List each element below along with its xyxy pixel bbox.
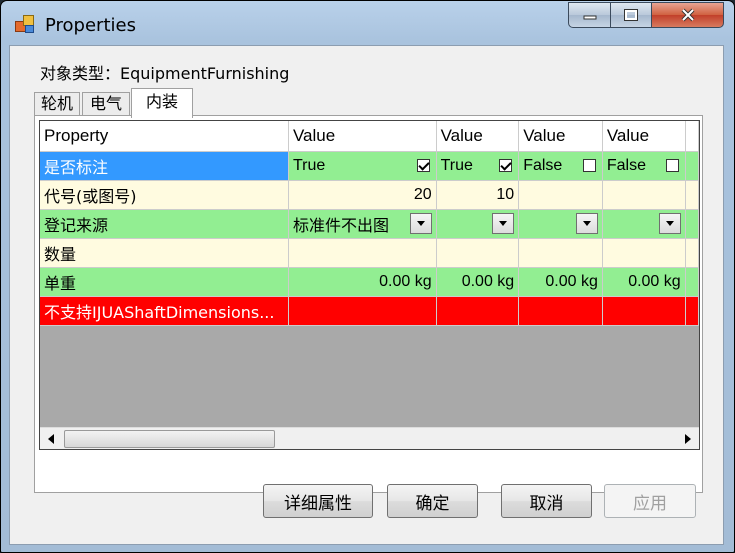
table-row: 数量 [40, 238, 699, 268]
scroll-left-button[interactable] [40, 428, 62, 449]
unsupported-cell-2 [436, 296, 520, 326]
quantity-cell-1[interactable] [288, 238, 437, 268]
code-overflow [685, 180, 699, 210]
mark-overflow [685, 151, 699, 181]
unit-weight-cell-4[interactable]: 0.00 kg [602, 267, 686, 297]
row-name-unsupported[interactable]: 不支持IJUAShaftDimensions... [40, 296, 289, 326]
properties-window: Properties 对象类型：EquipmentFurnishing 轮机 电… [0, 0, 735, 553]
row-name-mark[interactable]: 是否标注 [40, 151, 289, 181]
header-value-1[interactable]: Value [288, 121, 437, 152]
source-dropdown-4[interactable] [658, 213, 681, 234]
unsupported-cell-1 [288, 296, 437, 326]
mark-cell-1[interactable]: True [288, 151, 437, 181]
code-cell-2[interactable]: 10 [436, 180, 520, 210]
source-cell-3[interactable] [518, 209, 603, 239]
tab-electrical[interactable]: 电气 [82, 92, 130, 116]
arrow-right-icon [685, 434, 691, 444]
unit-weight-cell-3[interactable]: 0.00 kg [518, 267, 603, 297]
unit-weight-cell-1[interactable]: 0.00 kg [288, 267, 437, 297]
unit-weight-cell-2[interactable]: 0.00 kg [436, 267, 520, 297]
property-table: Property Value Value Value Value 是否标注 Tr… [40, 121, 699, 326]
tab-panel-interior: Property Value Value Value Value 是否标注 Tr… [34, 115, 703, 493]
source-cell-1[interactable]: 标准件不出图 [288, 209, 437, 239]
close-icon [681, 8, 694, 22]
minimize-icon [583, 15, 596, 20]
chevron-down-icon [416, 221, 425, 226]
header-property[interactable]: Property [40, 121, 289, 152]
unsupported-cell-4 [602, 296, 686, 326]
row-name-source[interactable]: 登记来源 [40, 209, 289, 239]
scroll-thumb[interactable] [64, 430, 275, 448]
mark-cell-3[interactable]: False [518, 151, 603, 181]
title-bar[interactable]: Properties [1, 1, 734, 45]
table-row: 是否标注 True True False False [40, 151, 699, 181]
source-dropdown-2[interactable] [492, 213, 515, 234]
quantity-cell-3[interactable] [518, 238, 603, 268]
header-row: Property Value Value Value Value [40, 121, 699, 152]
code-cell-1[interactable]: 20 [288, 180, 437, 210]
code-cell-4[interactable] [602, 180, 686, 210]
mark-checkbox-2[interactable] [499, 159, 513, 172]
mark-value-3: False [523, 156, 563, 174]
table-row: 不支持IJUAShaftDimensions... [40, 296, 699, 326]
source-cell-4[interactable] [602, 209, 686, 239]
unit-weight-overflow [685, 267, 699, 297]
source-cell-2[interactable] [436, 209, 520, 239]
source-dropdown-3[interactable] [575, 213, 598, 234]
tab-marine-engineering[interactable]: 轮机 [34, 92, 80, 116]
unsupported-overflow [685, 296, 699, 326]
details-button[interactable]: 详细属性 [263, 484, 373, 518]
mark-value-2: True [440, 156, 473, 174]
source-overflow [685, 209, 699, 239]
quantity-overflow [685, 238, 699, 268]
close-button[interactable] [651, 2, 724, 28]
header-value-2[interactable]: Value [436, 121, 520, 152]
window-title: Properties [45, 15, 136, 36]
code-cell-3[interactable] [518, 180, 603, 210]
source-dropdown-1[interactable] [409, 213, 432, 234]
scroll-right-button[interactable] [677, 428, 699, 449]
quantity-cell-2[interactable] [436, 238, 520, 268]
maximize-icon [624, 9, 638, 21]
row-name-unit-weight[interactable]: 单重 [40, 267, 289, 297]
mark-checkbox-3[interactable] [582, 159, 596, 172]
mark-value-4: False [606, 156, 646, 174]
object-type-label: 对象类型：EquipmentFurnishing [40, 64, 290, 83]
header-overflow [685, 121, 699, 152]
mark-checkbox-1[interactable] [416, 159, 430, 172]
property-grid[interactable]: Property Value Value Value Value 是否标注 Tr… [39, 120, 700, 450]
chevron-down-icon [499, 221, 508, 226]
mark-checkbox-4[interactable] [665, 159, 679, 172]
minimize-button[interactable] [568, 2, 611, 28]
mark-cell-4[interactable]: False [602, 151, 686, 181]
arrow-left-icon [48, 434, 54, 444]
dialog-client-area: 对象类型：EquipmentFurnishing 轮机 电气 内装 Proper… [9, 45, 724, 545]
table-row: 代号(或图号) 20 10 [40, 180, 699, 210]
app-icon [15, 15, 35, 33]
chevron-down-icon [582, 221, 591, 226]
apply-button[interactable]: 应用 [604, 484, 696, 518]
header-value-3[interactable]: Value [518, 121, 603, 152]
horizontal-scrollbar[interactable] [40, 427, 699, 449]
header-value-4[interactable]: Value [602, 121, 686, 152]
source-value-1: 标准件不出图 [292, 217, 389, 235]
quantity-cell-4[interactable] [602, 238, 686, 268]
mark-cell-2[interactable]: True [436, 151, 520, 181]
row-name-code[interactable]: 代号(或图号) [40, 180, 289, 210]
mark-value-1: True [292, 156, 326, 174]
table-row: 单重 0.00 kg 0.00 kg 0.00 kg 0.00 kg [40, 267, 699, 297]
table-row: 登记来源 标准件不出图 [40, 209, 699, 239]
cancel-button[interactable]: 取消 [501, 484, 592, 518]
ok-button[interactable]: 确定 [387, 484, 478, 518]
unsupported-cell-3 [518, 296, 603, 326]
tab-interior[interactable]: 内装 [131, 88, 193, 118]
chevron-down-icon [665, 221, 674, 226]
row-name-quantity[interactable]: 数量 [40, 238, 289, 268]
maximize-button[interactable] [610, 2, 652, 28]
